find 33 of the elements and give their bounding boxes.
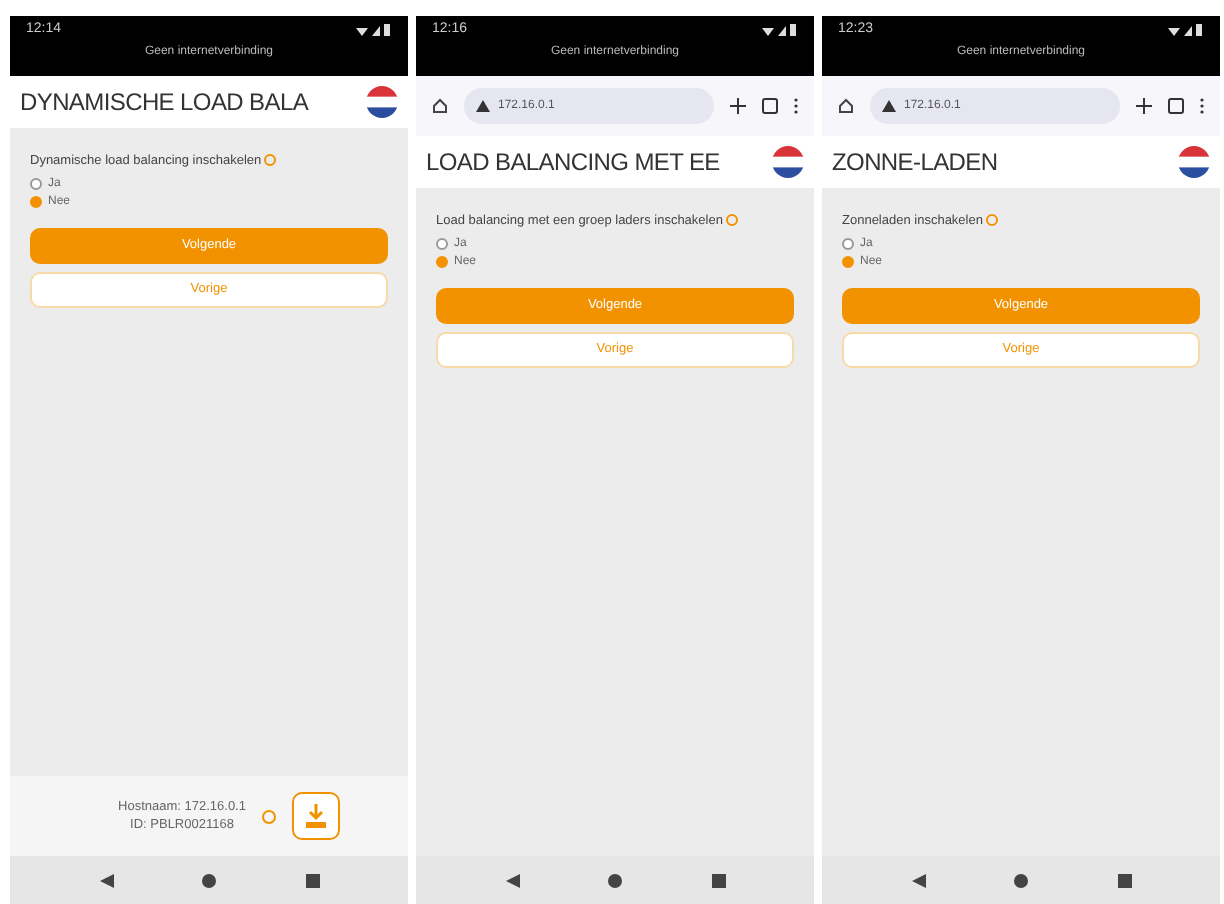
plus-icon[interactable]	[1136, 98, 1152, 114]
page-title: DYNAMISCHE LOAD BALA	[20, 88, 309, 116]
page-title: LOAD BALANCING MET EE	[426, 148, 720, 176]
recents-icon[interactable]	[305, 873, 319, 887]
dutch-flag-icon[interactable]	[772, 146, 804, 178]
home-icon[interactable]	[202, 873, 216, 887]
radio-icon[interactable]	[436, 255, 448, 268]
tabs-icon[interactable]	[762, 98, 778, 114]
page-title: ZONNE-LADEN	[832, 148, 998, 176]
warning-icon	[476, 100, 490, 112]
dutch-flag-icon[interactable]	[366, 86, 398, 118]
home-icon[interactable]	[838, 98, 854, 114]
home-icon[interactable]	[1014, 873, 1028, 887]
warning-icon	[882, 100, 896, 112]
radio-icon[interactable]	[436, 237, 448, 250]
tabs-icon[interactable]	[1168, 98, 1184, 114]
dutch-flag-icon[interactable]	[1178, 146, 1210, 178]
recents-icon[interactable]	[711, 873, 725, 887]
radio-icon[interactable]	[842, 237, 854, 250]
home-icon[interactable]	[608, 873, 622, 887]
signal-battery-icon	[762, 23, 798, 35]
radio-icon[interactable]	[30, 177, 42, 190]
home-icon[interactable]	[432, 98, 448, 114]
signal-battery-icon	[356, 23, 392, 35]
plus-icon[interactable]	[730, 98, 746, 114]
back-icon[interactable]	[911, 873, 925, 887]
radio-icon[interactable]	[30, 195, 42, 208]
recents-icon[interactable]	[1117, 873, 1131, 887]
back-icon[interactable]	[99, 873, 113, 887]
signal-battery-icon	[1168, 23, 1204, 35]
back-icon[interactable]	[505, 873, 519, 887]
radio-icon[interactable]	[842, 255, 854, 268]
download-icon	[301, 802, 330, 830]
